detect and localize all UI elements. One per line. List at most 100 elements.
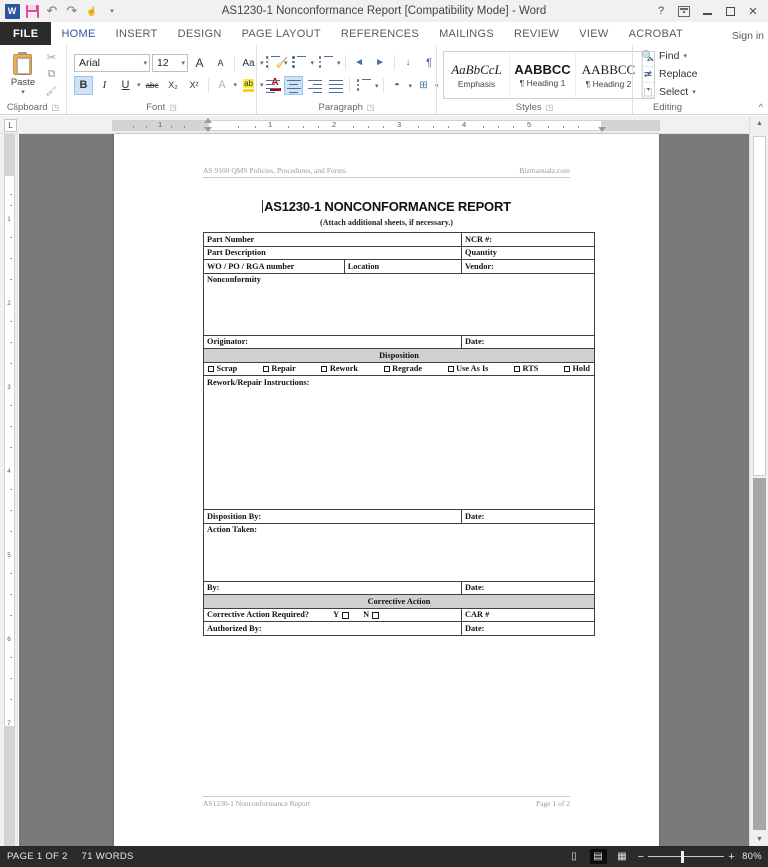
checkbox-use-as-is[interactable]: Use As Is [447, 364, 488, 374]
align-center-icon[interactable] [284, 76, 303, 95]
font-size-chevron-down-icon[interactable]: ▾ [181, 59, 185, 67]
styles-dialog-launcher-icon[interactable]: ◳ [546, 103, 554, 112]
cut-icon[interactable]: ✂ [44, 50, 59, 64]
checkbox-scrap[interactable]: Scrap [208, 364, 237, 374]
cell-car-number[interactable]: CAR # [461, 607, 595, 623]
cell-authorized-by[interactable]: Authorized By: [202, 621, 463, 636]
qat-customize-icon[interactable]: ▾ [103, 2, 121, 20]
cell-date-by[interactable]: Date: [461, 580, 595, 596]
align-right-icon[interactable] [305, 76, 324, 95]
checkbox-icon[interactable] [321, 365, 328, 372]
checkbox-repair[interactable]: Repair [262, 364, 296, 374]
scroll-up-icon[interactable]: ▲ [750, 116, 768, 130]
checkbox-rts[interactable]: RTS [514, 364, 538, 374]
tab-view[interactable]: VIEW [569, 22, 618, 45]
ribbon-display-options-icon[interactable] [673, 1, 695, 21]
cell-location[interactable]: Location [343, 259, 463, 274]
tab-stop-selector[interactable]: L [4, 119, 17, 132]
cell-vendor[interactable]: Vendor: [461, 259, 595, 274]
cell-wo-po-rga[interactable]: WO / PO / RGA number [203, 259, 345, 274]
grow-font-icon[interactable]: A [190, 54, 209, 73]
checkbox-rework[interactable]: Rework [321, 364, 358, 374]
zoom-in-icon[interactable]: + [728, 851, 735, 863]
page-indicator[interactable]: PAGE 1 OF 2 [7, 851, 68, 862]
bullets-chevron-down-icon[interactable]: ▾ [284, 59, 288, 67]
cell-rework-instructions[interactable]: Rework/Repair Instructions: [203, 375, 595, 511]
zoom-track[interactable] [648, 850, 725, 863]
shading-icon[interactable]: ◓ [388, 76, 407, 95]
paragraph-dialog-launcher-icon[interactable]: ◳ [367, 103, 375, 112]
word-count[interactable]: 71 WORDS [82, 851, 134, 862]
multilevel-chevron-down-icon[interactable]: ▾ [337, 59, 341, 67]
cell-nonconformity[interactable]: Nonconformity [203, 272, 595, 336]
cell-disposition-by[interactable]: Disposition By: [202, 509, 463, 524]
scrollbar-track[interactable] [753, 478, 766, 830]
checkbox-icon[interactable] [342, 611, 350, 619]
replace-button[interactable]: ⇄ Replace [639, 66, 698, 82]
print-layout-icon[interactable]: ▤ [589, 849, 607, 864]
select-chevron-down-icon[interactable]: ▾ [692, 88, 696, 96]
cell-part-number[interactable]: Part Number [202, 232, 463, 247]
decrease-indent-icon[interactable]: ◄ [350, 53, 369, 72]
collapse-ribbon-icon[interactable]: ^ [759, 102, 763, 112]
subscript-icon[interactable]: X₂ [164, 76, 183, 95]
scrollbar-thumb[interactable] [753, 136, 766, 476]
zoom-out-icon[interactable]: − [638, 851, 645, 863]
checkbox-icon[interactable] [383, 365, 390, 372]
copy-icon[interactable]: ⧉ [44, 67, 59, 81]
cell-quantity[interactable]: Quantity [461, 245, 595, 261]
tab-acrobat[interactable]: ACROBAT [619, 22, 693, 45]
underline-chevron-down-icon[interactable]: ▾ [137, 81, 141, 89]
document-canvas[interactable]: AS 9100 QMS Policies, Procedures, and Fo… [19, 134, 749, 849]
justify-icon[interactable] [326, 76, 345, 95]
undo-icon[interactable]: ↶ [43, 2, 61, 20]
cell-action-taken[interactable]: Action Taken: [203, 522, 595, 582]
bold-icon[interactable]: B [74, 75, 93, 95]
line-spacing-icon[interactable] [354, 76, 373, 95]
cell-ncr-number[interactable]: NCR #: [461, 232, 595, 247]
tab-review[interactable]: REVIEW [504, 22, 569, 45]
cell-date-originator[interactable]: Date: [461, 334, 595, 350]
vertical-ruler-bar[interactable]: 1 2 3 4 5 6 7 [4, 134, 15, 846]
vertical-scrollbar[interactable]: ▲ ▼ [749, 116, 768, 846]
cell-corrective-required[interactable]: Corrective Action Required? Y N [202, 607, 463, 623]
strikethrough-icon[interactable]: abc [143, 76, 162, 95]
tab-home[interactable]: HOME [51, 22, 106, 45]
cell-originator[interactable]: Originator: [202, 334, 463, 350]
text-effects-chevron-down-icon[interactable]: ▾ [234, 81, 238, 89]
close-icon[interactable]: ✕ [742, 1, 764, 21]
style-emphasis[interactable]: AaBbCcL Emphasis [444, 52, 510, 98]
tab-page-layout[interactable]: PAGE LAYOUT [232, 22, 331, 45]
paste-button[interactable]: Paste ▾ [4, 52, 42, 96]
scroll-down-icon[interactable]: ▼ [750, 832, 768, 846]
superscript-icon[interactable]: X² [185, 76, 204, 95]
zoom-thumb[interactable] [681, 850, 685, 863]
hanging-indent-marker[interactable] [204, 127, 212, 132]
multilevel-list-icon[interactable] [316, 53, 335, 72]
checkbox-regrade[interactable]: Regrade [383, 364, 422, 374]
numbering-chevron-down-icon[interactable]: ▾ [311, 59, 315, 67]
text-effects-icon[interactable]: A [213, 76, 232, 95]
checkbox-icon[interactable] [447, 365, 454, 372]
document-page[interactable]: AS 9100 QMS Policies, Procedures, and Fo… [114, 134, 659, 849]
format-painter-icon[interactable]: 🖌 [44, 84, 59, 98]
touch-mode-icon[interactable]: ☝ [83, 2, 101, 20]
cell-date-disposition[interactable]: Date: [461, 509, 595, 524]
tab-design[interactable]: DESIGN [168, 22, 232, 45]
redo-icon[interactable]: ↷ [63, 2, 81, 20]
borders-icon[interactable]: ⊞ [414, 76, 433, 95]
font-size-input[interactable]: 12 ▾ [152, 54, 188, 72]
zoom-slider[interactable]: − + [638, 851, 735, 863]
checkbox-icon[interactable] [262, 365, 269, 372]
tab-file[interactable]: FILE [0, 22, 52, 45]
clipboard-dialog-launcher-icon[interactable]: ◳ [52, 103, 60, 112]
font-name-chevron-down-icon[interactable]: ▾ [143, 59, 147, 67]
cell-disposition-options[interactable]: Scrap Repair Rework Regrade Use As Is RT… [203, 361, 595, 377]
help-icon[interactable]: ? [650, 1, 672, 21]
yes-option[interactable]: Y [333, 610, 350, 620]
cell-date-authorized[interactable]: Date: [461, 621, 595, 636]
underline-icon[interactable]: U [116, 76, 135, 95]
checkbox-icon[interactable] [208, 365, 214, 372]
numbering-icon[interactable] [290, 53, 309, 72]
checkbox-icon[interactable] [372, 611, 380, 619]
